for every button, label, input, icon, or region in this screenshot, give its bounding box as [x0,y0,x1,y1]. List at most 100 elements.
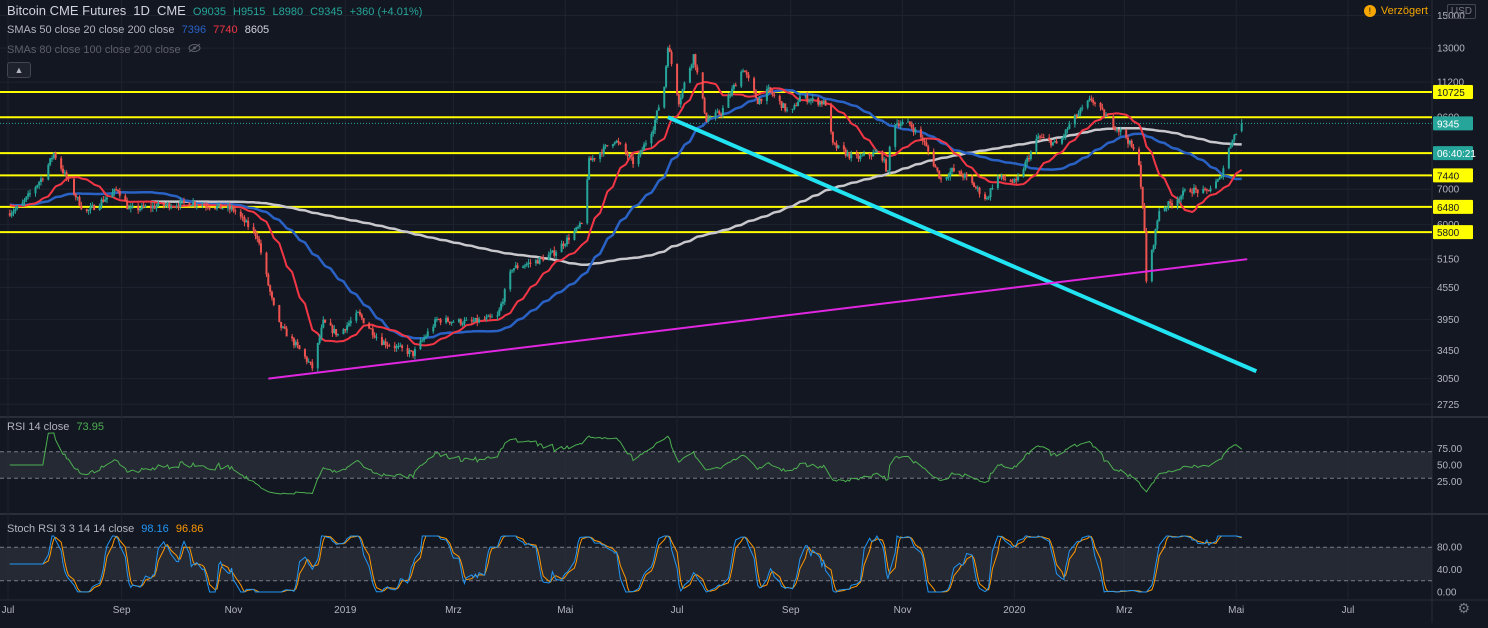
sma-legend-1[interactable]: SMAs 50 close 20 close 200 close 7396 77… [7,24,273,36]
candle-body [1156,220,1159,229]
candle-body [714,112,717,118]
candle-body [1145,230,1148,282]
candle-body [756,97,759,105]
candle-body [936,167,939,171]
candle-body [483,319,486,321]
candle-body [952,168,955,172]
candle-body [1150,249,1153,282]
candle-body [511,270,514,272]
candle-body [355,312,358,321]
exchange: CME [156,3,186,18]
stoch-k-value: 98.16 [141,523,169,535]
candle-body [615,140,618,143]
candle-body [177,206,180,208]
candle-body [932,151,935,167]
gear-icon[interactable]: ⚙ [1457,600,1470,617]
candle-body [1040,137,1043,139]
candle-body [215,205,218,209]
candle-body [894,124,897,147]
collapse-legend-button[interactable]: ▲ [7,62,31,78]
stoch-tick-label: 0.00 [1437,588,1457,599]
candle-body [613,142,616,145]
candle-body [745,72,748,75]
candle-body [247,220,250,227]
candle-body [973,182,976,188]
candle-body [1029,151,1032,160]
candle-body [435,318,438,320]
candle-body [835,143,838,149]
candle-body [837,145,840,149]
candle-body [1202,188,1205,194]
y-tick-label: 3050 [1437,374,1460,385]
candle-body [256,236,259,239]
x-tick-label: Jul [1342,605,1355,616]
stoch-legend[interactable]: Stoch RSI 3 3 14 14 close 98.16 96.86 [7,523,207,535]
candle-body [1158,211,1161,221]
candle-body [721,107,724,115]
candle-body [665,66,668,87]
candle-body [344,329,347,331]
candle-body [1004,178,1007,180]
chart-svg[interactable]: Jul Sep Nov 2019 Mrz Mai Jul Sep Nov 2020 Mrz Mai Ju… [0,0,1488,623]
eye-hidden-icon[interactable] [188,43,201,56]
candle-body [399,345,402,347]
rsi-legend[interactable]: RSI 14 close 73.95 [7,421,108,433]
rsi-tick-label: 25.00 [1437,477,1462,488]
x-tick-label: Jul [671,605,684,616]
candle-body [690,64,693,69]
candle-body [126,201,129,209]
candle-body [228,205,231,210]
currency-badge[interactable]: USD [1446,4,1476,19]
chart-area[interactable]: Jul Sep Nov 2019 Mrz Mai Jul Sep Nov 2020 Mrz Mai Ju… [0,0,1488,623]
candle-body [219,203,222,209]
candle-body [921,137,924,141]
y-tick-label: 13000 [1437,44,1465,55]
candle-body [793,105,796,109]
level-price-label: 6480 [1437,203,1460,214]
delayed-indicator[interactable]: ! Verzögert [1363,5,1428,17]
candle-body [1222,168,1225,177]
candle-body [1163,207,1166,212]
candle-body [1189,189,1192,193]
candle-body [193,201,196,206]
candle-body [701,72,704,99]
candle-body [408,350,411,354]
candle-body [397,345,400,347]
candle-body [371,328,374,336]
candle-body [1165,207,1168,209]
candle-body [808,100,811,102]
candle-body [1209,188,1212,192]
candle-body [1064,129,1067,137]
candle-body [1154,228,1157,246]
candle-body [280,321,283,328]
candle-body [566,237,569,245]
candle-body [1053,141,1056,143]
candle-body [831,131,834,143]
candle-body [39,178,42,182]
candle-body [432,326,435,332]
candle-body [1073,114,1076,125]
candle-body [140,205,143,209]
candle-body [74,194,77,198]
candle-body [487,315,490,317]
candle-body [1215,181,1218,189]
candle-body [567,237,570,240]
candle-body [241,216,244,218]
candle-body [703,98,706,113]
candle-body [296,341,299,346]
candle-body [208,207,211,209]
candle-body [1055,141,1058,144]
candle-body [278,304,281,322]
candle-body [272,297,275,305]
interval[interactable]: 1D [133,3,150,18]
candle-body [190,205,193,207]
x-tick-label: Mai [1228,605,1244,616]
candle-body [780,101,783,108]
sma-legend-2[interactable]: SMAs 80 close 100 close 200 close [7,43,205,56]
candle-body [1101,107,1104,110]
candle-body [551,250,554,253]
candle-body [347,323,350,326]
candle-body [791,108,794,110]
candle-body [226,205,229,209]
candle-body [1183,189,1186,191]
